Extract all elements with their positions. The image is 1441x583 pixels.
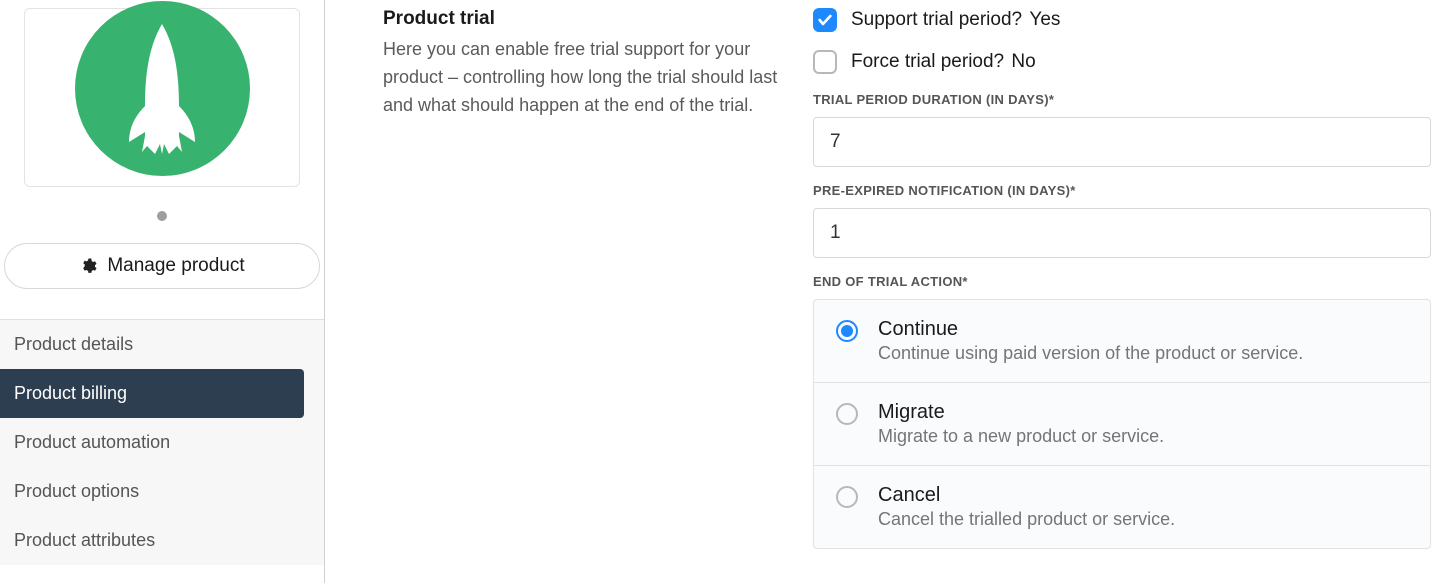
end-action-desc: Migrate to a new product or service. [878, 426, 1164, 447]
section-form: Support trial period? Yes Force trial pe… [813, 8, 1441, 583]
preexpire-input[interactable] [813, 208, 1431, 258]
support-trial-value: Yes [1029, 9, 1060, 30]
sidebar-item-product-automation[interactable]: Product automation [0, 418, 324, 467]
end-action-title: Migrate [878, 401, 1164, 424]
section-title: Product trial [383, 8, 783, 30]
end-action-cancel[interactable]: Cancel Cancel the trialled product or se… [814, 466, 1430, 548]
sidebar-nav: Product details Product billing Product … [0, 319, 324, 565]
trial-duration-input[interactable] [813, 117, 1431, 167]
end-action-continue[interactable]: Continue Continue using paid version of … [814, 300, 1430, 383]
support-trial-label: Support trial period? Yes [851, 9, 1060, 31]
main-panel: Product trial Here you can enable free t… [325, 0, 1441, 583]
sidebar-item-product-attributes[interactable]: Product attributes [0, 516, 324, 565]
sidebar-item-product-billing[interactable]: Product billing [0, 369, 304, 418]
support-trial-checkbox[interactable] [813, 8, 837, 32]
end-action-migrate[interactable]: Migrate Migrate to a new product or serv… [814, 383, 1430, 466]
manage-product-label: Manage product [107, 255, 244, 277]
check-icon [817, 12, 833, 28]
end-action-title: Cancel [878, 484, 1175, 507]
radio-icon [836, 403, 858, 425]
manage-product-button[interactable]: Manage product [4, 243, 320, 289]
section-description: Here you can enable free trial support f… [383, 36, 783, 120]
force-trial-value: No [1011, 51, 1035, 72]
pager-dot [157, 211, 167, 221]
force-trial-label: Force trial period? No [851, 51, 1036, 73]
support-trial-row: Support trial period? Yes [813, 8, 1431, 32]
radio-icon [836, 320, 858, 342]
end-of-trial-label: END OF TRIAL ACTION* [813, 274, 1431, 289]
section-header: Product trial Here you can enable free t… [383, 8, 813, 583]
gear-icon [79, 257, 97, 275]
trial-duration-label: TRIAL PERIOD DURATION (IN DAYS)* [813, 92, 1431, 107]
radio-icon [836, 486, 858, 508]
product-logo [75, 1, 250, 176]
rocket-icon [117, 24, 207, 154]
preexpire-label: PRE-EXPIRED NOTIFICATION (IN DAYS)* [813, 183, 1431, 198]
force-trial-row: Force trial period? No [813, 50, 1431, 74]
product-image-card [24, 8, 300, 187]
force-trial-checkbox[interactable] [813, 50, 837, 74]
end-action-title: Continue [878, 318, 1303, 341]
end-of-trial-group: Continue Continue using paid version of … [813, 299, 1431, 549]
end-action-desc: Cancel the trialled product or service. [878, 509, 1175, 530]
sidebar-item-product-options[interactable]: Product options [0, 467, 324, 516]
sidebar: Manage product Product details Product b… [0, 0, 325, 583]
sidebar-item-product-details[interactable]: Product details [0, 320, 324, 369]
end-action-desc: Continue using paid version of the produ… [878, 343, 1303, 364]
